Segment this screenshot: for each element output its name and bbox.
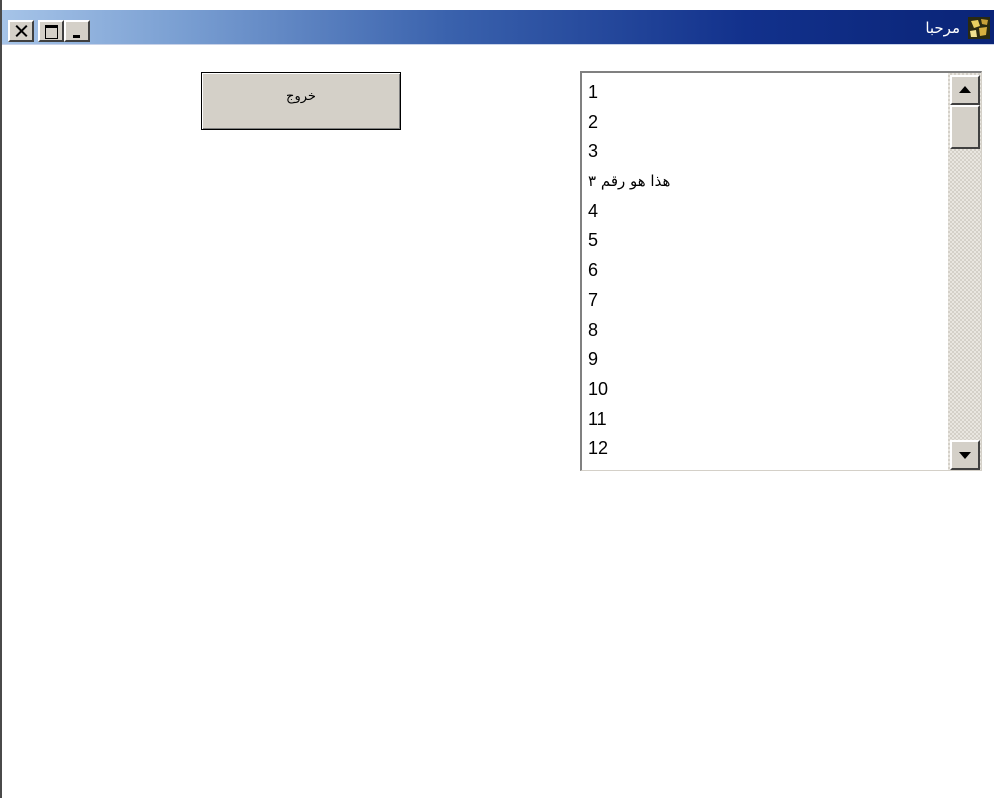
title-bar[interactable]: مرحبا (2, 10, 994, 45)
exit-button[interactable]: خروج (201, 72, 401, 130)
list-item[interactable]: 11 (588, 404, 945, 434)
list-item[interactable]: 7 (588, 285, 945, 315)
minimize-button[interactable] (64, 20, 90, 42)
list-item[interactable]: 8 (588, 315, 945, 345)
minimize-icon (73, 35, 80, 38)
list-item[interactable]: 9 (588, 344, 945, 374)
close-button[interactable] (8, 20, 34, 42)
window-controls (8, 20, 90, 42)
maximize-button[interactable] (38, 20, 64, 42)
scroll-down-button[interactable] (950, 440, 980, 470)
scroll-thumb[interactable] (950, 105, 980, 149)
list-item[interactable]: 10 (588, 374, 945, 404)
title-area: مرحبا (925, 16, 990, 40)
list-item[interactable]: 2 (588, 107, 945, 137)
list-item[interactable]: 1 (588, 77, 945, 107)
app-icon[interactable] (968, 17, 990, 39)
list-item[interactable]: 5 (588, 225, 945, 255)
list-item[interactable]: هذا هو رقم ٣ (588, 166, 945, 196)
list-item[interactable]: 4 (588, 196, 945, 226)
window-title: مرحبا (925, 19, 960, 37)
list-item[interactable]: 12 (588, 433, 945, 463)
scroll-up-button[interactable] (950, 75, 980, 105)
arrow-down-icon (959, 452, 971, 459)
list-items: 1 2 3 هذا هو رقم ٣ 4 5 6 7 8 9 10 11 12 (588, 77, 945, 470)
list-item[interactable]: 6 (588, 255, 945, 285)
vertical-scrollbar[interactable] (948, 73, 981, 470)
window-top-edge (2, 0, 994, 10)
maximize-icon (45, 25, 58, 39)
arrow-up-icon (959, 86, 971, 93)
main-window: مرحبا خروج 1 2 3 هذا هو رقم ٣ 4 5 6 7 8 9 10 11 12 (0, 0, 994, 798)
list-item[interactable]: 3 (588, 136, 945, 166)
number-listbox[interactable]: 1 2 3 هذا هو رقم ٣ 4 5 6 7 8 9 10 11 12 (580, 71, 982, 471)
